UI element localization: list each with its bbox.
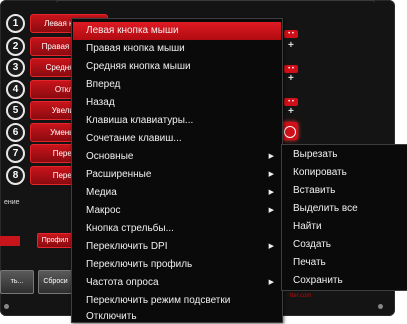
button-number-badge: 6 — [6, 123, 25, 142]
side-label: ение — [4, 199, 20, 206]
submenu-arrow-icon: ▶ — [268, 189, 274, 196]
menu-item-label: Макрос — [86, 205, 121, 216]
context-menu: Левая кнопка мыши Правая кнопка мыши Сре… — [71, 18, 283, 323]
menu-item-fire-button[interactable]: Кнопка стрельбы... — [73, 220, 281, 238]
ok-button[interactable]: ть... — [0, 270, 34, 294]
button-number-badge: 2 — [6, 37, 25, 56]
submenu-arrow-icon: ▶ — [268, 171, 274, 178]
menu-item-label: Основные — [86, 151, 134, 162]
submenu-arrow-icon: ▶ — [268, 207, 274, 214]
indicator-badge: • • — [284, 30, 298, 38]
menu-item-label: Клавиша клавиатуры... — [86, 115, 194, 126]
submenu-item-new[interactable]: Создать — [283, 236, 407, 254]
red-tab — [0, 236, 20, 246]
menu-item-label: Кнопка стрельбы... — [86, 223, 174, 234]
submenu-item-select-all[interactable]: Выделить все — [283, 200, 407, 218]
menu-item-macro[interactable]: Макрос ▶ — [73, 202, 281, 220]
menu-item-label: Сочетание клавиш... — [86, 133, 182, 144]
rivet — [4, 304, 9, 309]
menu-item-label: Правая кнопка мыши — [86, 43, 185, 54]
indicator-badge: • • — [284, 65, 298, 73]
menu-item-label: Расширенные — [86, 169, 152, 180]
menu-item-label: Средняя кнопка мыши — [86, 61, 191, 72]
menu-item-forward[interactable]: Вперед — [73, 76, 281, 94]
menu-item-advanced[interactable]: Расширенные ▶ — [73, 166, 281, 184]
menu-item-disable[interactable]: Отключить — [73, 310, 281, 322]
menu-item-label: Вперед — [86, 79, 121, 90]
menu-item-label: Переключить режим подсветки — [86, 295, 231, 306]
basic-submenu: Вырезать Копировать Вставить Выделить вс… — [281, 144, 407, 291]
submenu-item-print[interactable]: Печать — [283, 254, 407, 272]
menu-item-label: Медиа — [86, 187, 117, 198]
submenu-item-cut[interactable]: Вырезать — [283, 146, 407, 164]
submenu-item-copy[interactable]: Копировать — [283, 164, 407, 182]
menu-item-back[interactable]: Назад — [73, 94, 281, 112]
plus-icon: + — [288, 73, 294, 84]
menu-item-left-click[interactable]: Левая кнопка мыши — [73, 22, 281, 40]
menu-item-right-click[interactable]: Правая кнопка мыши — [73, 40, 281, 58]
submenu-item-save[interactable]: Сохранить — [283, 272, 407, 290]
button-number-badge: 1 — [6, 14, 25, 33]
menu-item-label: Назад — [86, 97, 115, 108]
menu-item-lighting-mode[interactable]: Переключить режим подсветки — [73, 292, 281, 310]
menu-item-media[interactable]: Медиа ▶ — [73, 184, 281, 202]
menu-item-key-combo[interactable]: Сочетание клавиш... — [73, 130, 281, 148]
menu-item-polling-rate[interactable]: Частота опроса ▶ — [73, 274, 281, 292]
submenu-arrow-icon: ▶ — [268, 153, 274, 160]
menu-item-keyboard-key[interactable]: Клавиша клавиатуры... — [73, 112, 281, 130]
button-number-badge: 8 — [6, 166, 25, 185]
plus-icon: + — [288, 40, 294, 51]
brand-link[interactable]: tter.com — [290, 293, 311, 299]
rivet — [378, 304, 383, 309]
menu-item-label: Переключить DPI — [86, 241, 168, 252]
button-number-badge: 3 — [6, 58, 25, 77]
menu-item-label: Отключить — [86, 311, 137, 322]
menu-item-profile-switch[interactable]: Переключить профиль — [73, 256, 281, 274]
submenu-arrow-icon: ▶ — [268, 243, 274, 250]
plus-icon: + — [288, 106, 294, 117]
indicator-badge: • • — [284, 98, 298, 106]
reset-button[interactable]: Сброси — [38, 270, 73, 294]
profile-button[interactable]: Профил — [37, 233, 73, 248]
menu-item-basic[interactable]: Основные ▶ — [73, 148, 281, 166]
menu-item-middle-click[interactable]: Средняя кнопка мыши — [73, 58, 281, 76]
submenu-item-paste[interactable]: Вставить — [283, 182, 407, 200]
button-number-badge: 7 — [6, 144, 25, 163]
menu-item-label: Переключить профиль — [86, 259, 193, 270]
button-number-badge: 5 — [6, 101, 25, 120]
menu-item-label: Левая кнопка мыши — [86, 25, 179, 36]
submenu-arrow-icon: ▶ — [268, 279, 274, 286]
menu-item-dpi-switch[interactable]: Переключить DPI ▶ — [73, 238, 281, 256]
menu-item-label: Частота опроса — [86, 277, 159, 288]
button-number-badge: 4 — [6, 80, 25, 99]
submenu-item-find[interactable]: Найти — [283, 218, 407, 236]
